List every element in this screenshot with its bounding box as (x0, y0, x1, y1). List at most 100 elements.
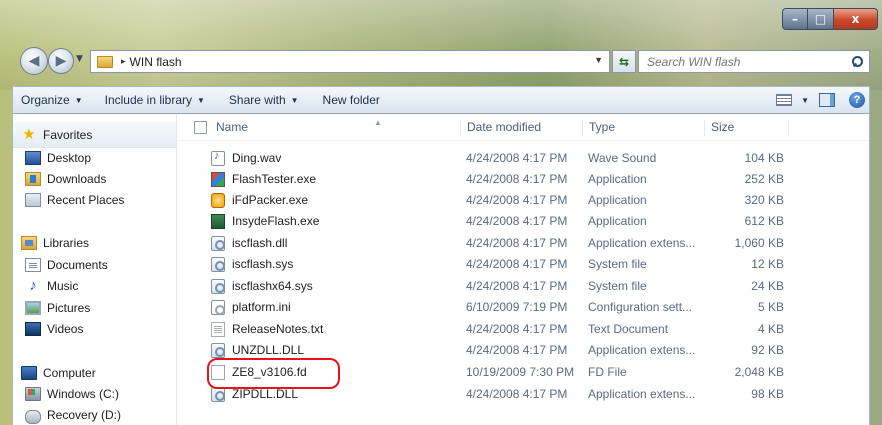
maximize-button[interactable]: □ (808, 8, 834, 30)
search-icon[interactable] (851, 55, 863, 68)
file-name: platform.ini (232, 300, 291, 314)
chevron-down-icon: ▼ (290, 95, 299, 105)
file-list: Name ▲ Date modified Type Size Ding.wav … (178, 114, 869, 425)
column-header-date-modified[interactable]: Date modified (460, 120, 578, 136)
nav-item-recent-places[interactable]: Recent Places (25, 190, 176, 210)
file-date: 4/24/2008 4:17 PM (466, 172, 568, 186)
windows-drive-icon (25, 387, 41, 401)
file-date: 4/24/2008 4:17 PM (466, 343, 568, 357)
file-row[interactable]: iscflash.dll 4/24/2008 4:17 PM Applicati… (178, 233, 869, 254)
file-date: 6/10/2009 7:19 PM (466, 300, 568, 314)
share-with-menu[interactable]: Share with ▼ (221, 89, 307, 111)
file-name: FlashTester.exe (232, 172, 317, 186)
views-dropdown[interactable]: ▼ (801, 96, 809, 105)
close-button[interactable]: x (834, 8, 878, 30)
forward-button[interactable]: ▶ (48, 48, 74, 74)
file-date: 4/24/2008 4:17 PM (466, 151, 568, 165)
file-name: ReleaseNotes.txt (232, 322, 324, 336)
nav-label: Computer (43, 366, 96, 380)
address-history-dropdown[interactable]: ▼ (594, 55, 603, 65)
address-bar[interactable]: ▸ WIN flash ▼ (90, 50, 610, 73)
nav-label: Videos (47, 322, 84, 336)
client-area: ★ Favorites Desktop Downloads Recent Pla… (12, 114, 870, 425)
nav-item-libraries[interactable]: Libraries (21, 233, 176, 253)
column-header-type[interactable]: Type (582, 120, 700, 136)
nav-item-downloads[interactable]: Downloads (25, 169, 176, 189)
config-file-icon (211, 300, 225, 315)
file-row[interactable]: platform.ini 6/10/2009 7:19 PM Configura… (178, 297, 869, 318)
file-type: Application extens... (588, 343, 696, 357)
file-type: Application (588, 214, 647, 228)
file-size: 12 KB (751, 257, 784, 271)
file-size: 320 KB (744, 193, 784, 207)
file-size: 24 KB (751, 279, 784, 293)
file-date: 4/24/2008 4:17 PM (466, 279, 568, 293)
desktop-icon (25, 151, 41, 165)
nav-label: Recent Places (47, 193, 125, 207)
nav-label: Recovery (D:) (47, 408, 122, 422)
file-date: 4/24/2008 4:17 PM (466, 257, 568, 271)
column-header-size[interactable]: Size (704, 120, 784, 136)
nav-item-recovery-d[interactable]: Recovery (D:) (25, 405, 176, 425)
nav-label: Desktop (47, 151, 92, 165)
chevron-down-icon: ▼ (197, 95, 205, 105)
dll-file-icon (211, 343, 225, 358)
file-type: Application extens... (588, 236, 696, 250)
application-icon (211, 214, 225, 229)
file-date: 4/24/2008 4:17 PM (466, 236, 568, 250)
file-date: 10/19/2009 7:30 PM (466, 365, 575, 379)
toolbar-right-group: ▼ ? (776, 92, 869, 108)
select-all-checkbox[interactable] (194, 121, 207, 134)
application-icon (211, 193, 225, 208)
folder-icon (97, 55, 113, 68)
file-size: 98 KB (751, 387, 784, 401)
file-row[interactable]: iscflash.sys 4/24/2008 4:17 PM System fi… (178, 254, 869, 275)
highlight-annotation-ring (207, 358, 340, 389)
caption-buttons: – □ x (782, 8, 878, 30)
refresh-button[interactable]: ⇆ (612, 50, 636, 73)
file-row[interactable]: iscflashx64.sys 4/24/2008 4:17 PM System… (178, 276, 869, 297)
new-folder-button[interactable]: New folder (315, 89, 388, 111)
file-row[interactable]: ReleaseNotes.txt 4/24/2008 4:17 PM Text … (178, 319, 869, 340)
breadcrumb-separator[interactable]: ▸ (121, 56, 126, 67)
audio-file-icon (211, 150, 225, 166)
include-in-library-menu[interactable]: Include in library ▼ (97, 89, 213, 111)
recent-pages-dropdown[interactable]: ▼ (76, 54, 83, 64)
help-icon[interactable]: ? (849, 92, 865, 108)
file-size: 1,060 KB (734, 236, 784, 250)
file-name: iscflashx64.sys (232, 279, 313, 293)
preview-pane-icon[interactable] (819, 93, 835, 107)
column-header-name[interactable]: Name ▲ (216, 118, 456, 136)
nav-label: Documents (47, 258, 108, 272)
file-row[interactable]: InsydeFlash.exe 4/24/2008 4:17 PM Applic… (178, 211, 869, 232)
search-box[interactable] (638, 50, 870, 73)
recent-places-icon (25, 193, 41, 207)
libraries-icon (21, 236, 37, 250)
search-input[interactable] (647, 54, 847, 69)
nav-item-documents[interactable]: Documents (25, 255, 176, 275)
file-type: FD File (588, 365, 627, 379)
back-button[interactable]: ◀ (20, 47, 48, 75)
share-with-label: Share with (228, 93, 286, 107)
views-icon[interactable] (776, 94, 793, 106)
nav-item-computer[interactable]: Computer (21, 363, 176, 383)
nav-item-pictures[interactable]: Pictures (25, 298, 176, 318)
downloads-icon (25, 172, 41, 186)
nav-item-windows-c[interactable]: Windows (C:) (25, 384, 176, 404)
organize-menu[interactable]: Organize ▼ (13, 89, 91, 111)
file-row[interactable]: FlashTester.exe 4/24/2008 4:17 PM Applic… (178, 169, 869, 190)
breadcrumb-win-flash[interactable]: WIN flash (130, 55, 182, 69)
file-size: 612 KB (744, 214, 784, 228)
file-row[interactable]: Ding.wav 4/24/2008 4:17 PM Wave Sound 10… (178, 148, 869, 169)
file-name: InsydeFlash.exe (232, 214, 320, 228)
nav-item-desktop[interactable]: Desktop (25, 148, 176, 168)
nav-item-music[interactable]: ♪ Music (25, 276, 176, 296)
file-row[interactable]: iFdPacker.exe 4/24/2008 4:17 PM Applicat… (178, 190, 869, 211)
file-date: 4/24/2008 4:17 PM (466, 193, 568, 207)
command-bar: Organize ▼ Include in library ▼ Share wi… (12, 86, 870, 114)
nav-item-favorites[interactable]: ★ Favorites (21, 125, 176, 145)
file-name: iFdPacker.exe (232, 193, 309, 207)
dll-file-icon (211, 387, 225, 402)
nav-item-videos[interactable]: Videos (25, 319, 176, 339)
minimize-button[interactable]: – (782, 8, 808, 30)
